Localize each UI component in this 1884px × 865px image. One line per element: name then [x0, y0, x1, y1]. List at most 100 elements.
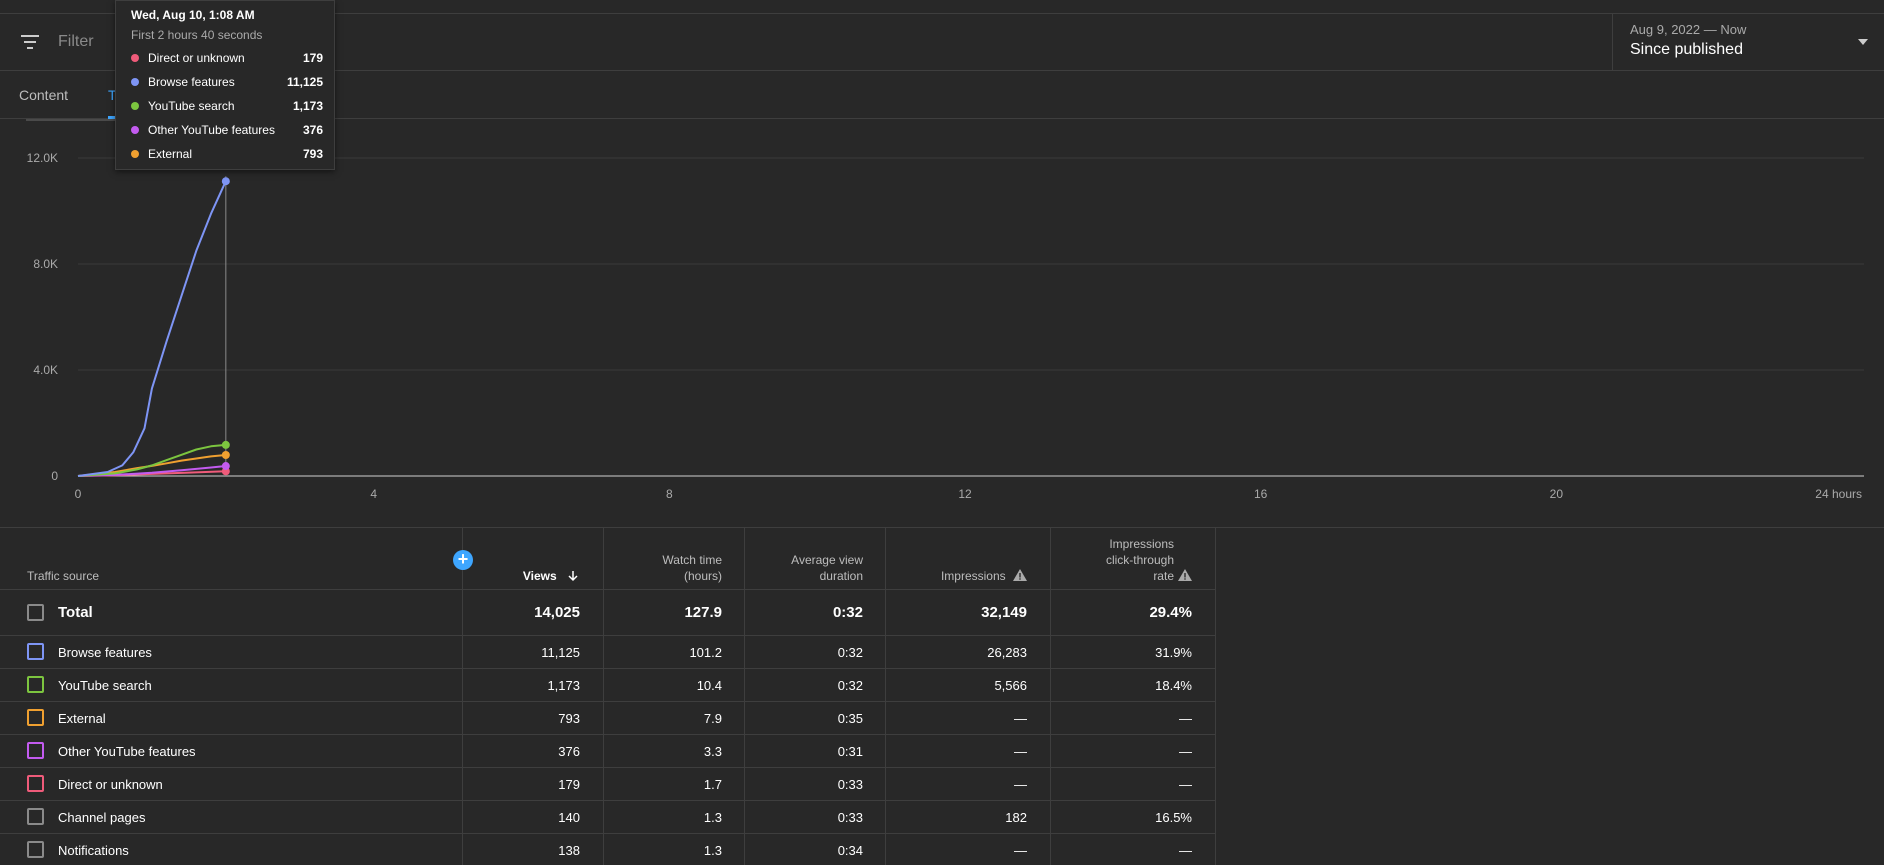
row-label[interactable]: External — [58, 711, 106, 726]
tooltip-row: YouTube search 1,173 — [131, 98, 323, 114]
row-views: 793 — [558, 711, 580, 726]
row-views: 376 — [558, 744, 580, 759]
header-impressions-label: Impressions — [940, 569, 1006, 583]
table-row: Channel pages 140 1.3 0:33 182 16.5% — [0, 801, 1216, 834]
hover-point — [221, 450, 230, 459]
row-avd: 0:33 — [837, 777, 863, 792]
row-label[interactable]: Other YouTube features — [58, 744, 196, 759]
header-watch-time[interactable]: Watch time (hours) — [612, 552, 722, 584]
x-tick-label: 12 — [958, 487, 972, 501]
table-row: Notifications 138 1.3 0:34 — — — [0, 834, 1216, 865]
dropdown-arrow-icon — [1858, 39, 1868, 45]
traffic-source-table: Traffic source + Views Watch time (hours… — [0, 527, 1884, 865]
filter-icon[interactable] — [20, 34, 42, 50]
tooltip-row-value: 793 — [302, 147, 323, 161]
row-watch-time: 3.3 — [703, 744, 722, 759]
row-views: 14,025 — [534, 604, 580, 621]
tooltip-subtitle: First 2 hours 40 seconds — [131, 28, 263, 42]
row-avd: 0:35 — [837, 711, 863, 726]
row-checkbox[interactable] — [27, 742, 44, 759]
header-avd-line: duration — [819, 569, 863, 583]
header-impressions[interactable]: Impressions — [894, 568, 1027, 584]
header-traffic-source[interactable]: Traffic source — [27, 568, 99, 584]
x-tick-label: 0 — [75, 487, 82, 501]
row-impressions: — — [1014, 843, 1027, 858]
total-checkbox[interactable] — [27, 604, 44, 621]
row-watch-time: 1.3 — [703, 843, 722, 858]
tab-content[interactable]: Content — [19, 87, 68, 103]
header-impressions-ctr[interactable]: Impressions click-through rate — [1059, 536, 1192, 584]
header-watch-time-line: (hours) — [683, 569, 722, 583]
tooltip-row-name: Direct or unknown — [148, 51, 245, 65]
row-avd: 0:33 — [837, 810, 863, 825]
row-ctr: 16.5% — [1155, 810, 1192, 825]
row-avd: 0:31 — [837, 744, 863, 759]
date-range-value: Since published — [1630, 41, 1743, 58]
row-impressions: 5,566 — [994, 678, 1027, 693]
legend-dot-other — [131, 126, 139, 134]
row-checkbox[interactable] — [27, 643, 44, 660]
row-checkbox[interactable] — [27, 709, 44, 726]
warning-icon[interactable] — [1178, 569, 1192, 581]
row-ctr: 29.4% — [1149, 604, 1192, 621]
tooltip-row: Other YouTube features 376 — [131, 122, 323, 138]
header-average-view-duration[interactable]: Average view duration — [753, 552, 863, 584]
add-metric-button[interactable]: + — [453, 550, 473, 570]
row-label[interactable]: Direct or unknown — [58, 777, 163, 792]
tooltip-row-value: 11,125 — [286, 75, 323, 89]
row-label[interactable]: Browse features — [58, 645, 152, 660]
series-line — [77, 180, 227, 477]
row-label[interactable]: YouTube search — [58, 678, 152, 693]
tooltip-title: Wed, Aug 10, 1:08 AM — [131, 8, 255, 22]
header-ctr-line: rate — [1153, 569, 1174, 583]
date-range-picker[interactable]: Aug 9, 2022 — Now Since published — [1612, 14, 1884, 70]
traffic-line-chart: 0 4.0K 8.0K 12.0K 0 4 8 12 16 20 24 hours — [27, 151, 1864, 501]
x-tick-label: 20 — [1550, 487, 1564, 501]
row-watch-time: 10.4 — [696, 678, 722, 693]
tooltip-row-value: 376 — [302, 123, 323, 137]
row-views: 138 — [558, 843, 580, 858]
header-views-label: Views — [522, 569, 557, 583]
row-impressions: 182 — [1005, 810, 1027, 825]
row-views: 1,173 — [547, 678, 580, 693]
row-avd: 0:32 — [837, 678, 863, 693]
row-checkbox[interactable] — [27, 841, 44, 858]
row-impressions: 26,283 — [987, 645, 1027, 660]
row-impressions: 32,149 — [981, 604, 1027, 621]
table-row: Direct or unknown 179 1.7 0:33 — — — [0, 768, 1216, 801]
row-impressions: — — [1014, 744, 1027, 759]
table-header-row: Traffic source + Views Watch time (hours… — [0, 528, 1216, 590]
sort-descending-icon — [568, 571, 578, 582]
row-watch-time: 1.7 — [703, 777, 722, 792]
row-label[interactable]: Notifications — [58, 843, 129, 858]
header-views[interactable]: Views — [482, 568, 580, 584]
filter-input[interactable]: Filter — [58, 33, 94, 51]
hover-point — [221, 462, 230, 471]
row-impressions: — — [1014, 777, 1027, 792]
row-checkbox[interactable] — [27, 808, 44, 825]
row-impressions: — — [1014, 711, 1027, 726]
row-label[interactable]: Channel pages — [58, 810, 145, 825]
x-tick-label: 24 hours — [1815, 487, 1862, 501]
header-avd-line: Average view — [791, 553, 863, 567]
legend-dot-direct — [131, 54, 139, 62]
tooltip-row-name: External — [148, 147, 193, 161]
hover-point — [221, 177, 230, 186]
header-ctr-line: click-through — [1105, 553, 1174, 567]
row-ctr: 31.9% — [1155, 645, 1192, 660]
x-tick-label: 8 — [666, 487, 673, 501]
warning-icon[interactable] — [1013, 569, 1027, 581]
legend-dot-external — [131, 150, 139, 158]
hover-point — [221, 440, 230, 449]
tooltip-row: Browse features 11,125 — [131, 74, 323, 90]
row-ctr: — — [1179, 777, 1192, 792]
table-row: Browse features 11,125 101.2 0:32 26,283… — [0, 636, 1216, 669]
row-ctr: — — [1179, 711, 1192, 726]
row-watch-time: 1.3 — [703, 810, 722, 825]
row-checkbox[interactable] — [27, 775, 44, 792]
row-avd: 0:32 — [832, 604, 863, 621]
tooltip-row: External 793 — [131, 146, 323, 162]
y-tick-label: 12.0K — [27, 151, 58, 165]
row-checkbox[interactable] — [27, 676, 44, 693]
legend-dot-browse — [131, 78, 139, 86]
